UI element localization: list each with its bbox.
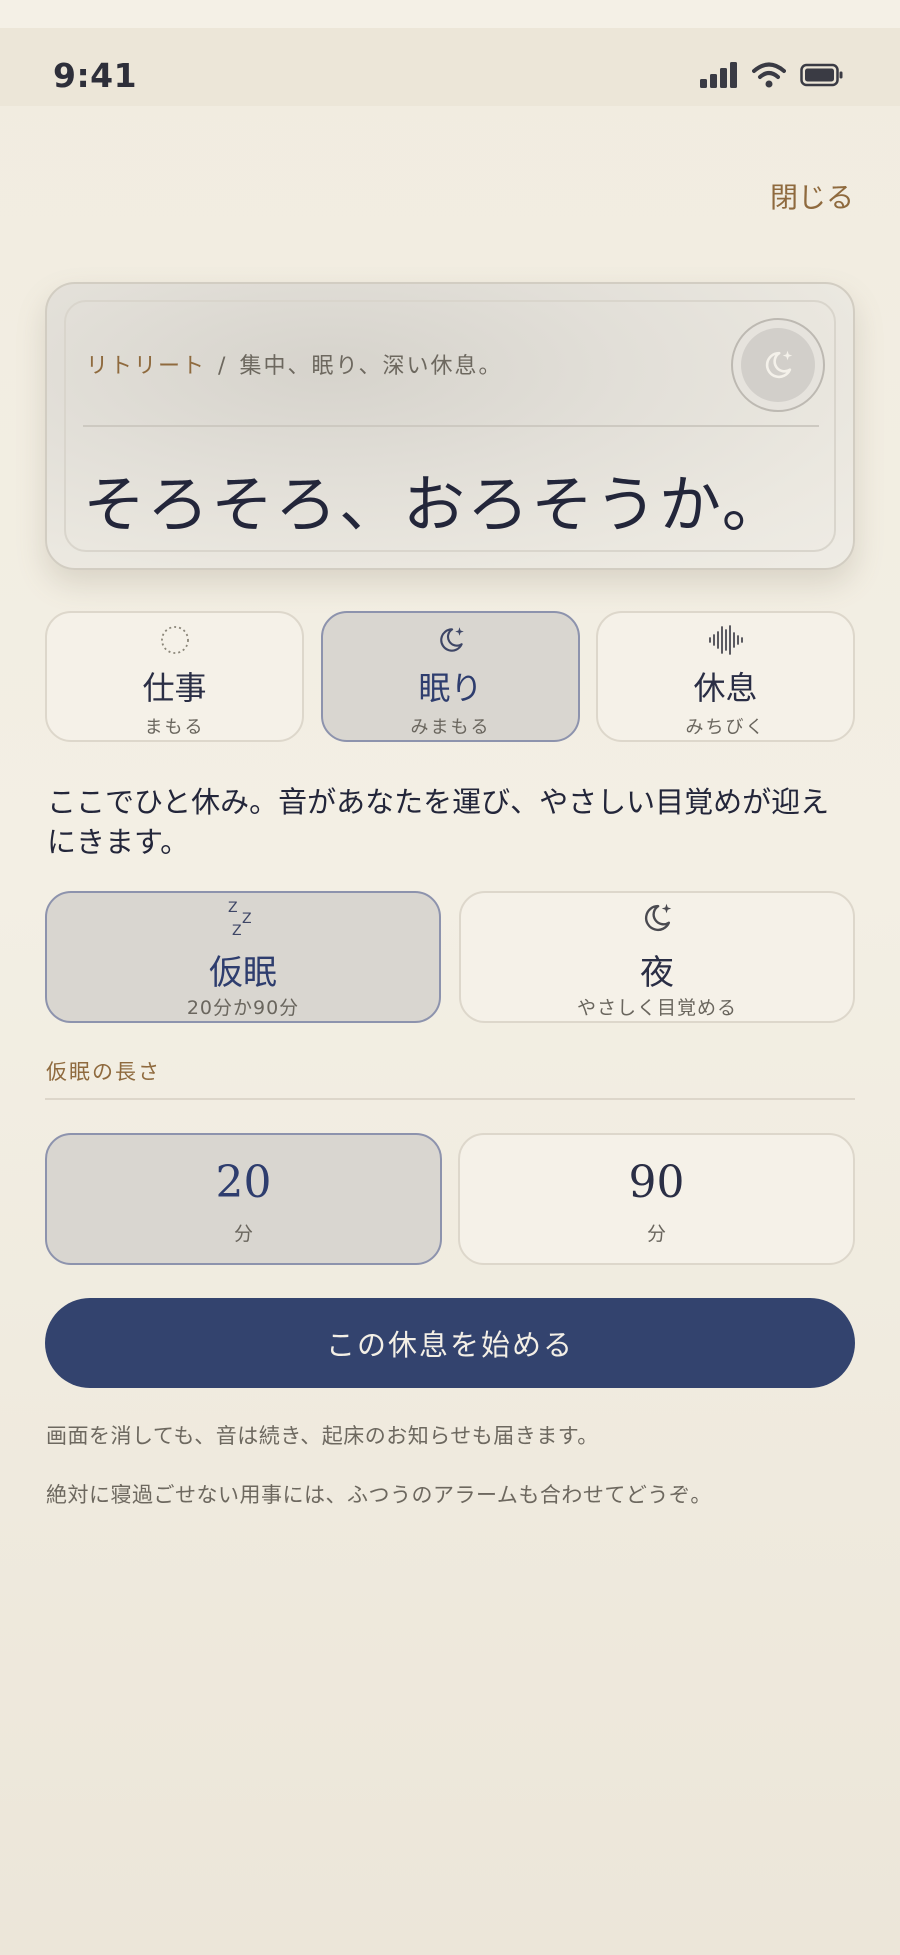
hero-mode-button[interactable] (731, 318, 825, 412)
zzz-icon: Z Z Z (228, 900, 252, 939)
sleep-type-night[interactable]: 夜 やさしく目覚める (459, 891, 855, 1023)
mode-card-sleep[interactable]: 眠り みまもる (321, 611, 580, 742)
svg-text:Z: Z (228, 900, 238, 916)
info-note: 画面を消しても、音は続き、起床のお知らせも届きます。 (46, 1424, 599, 1448)
mode-title: 休息 (693, 669, 758, 707)
mode-card-rest[interactable]: 休息 みちびく (596, 611, 855, 742)
hero-inner-frame: リトリート / 集中、眠り、深い休息。 そろそろ、おろそうか。 (64, 300, 836, 552)
wifi-icon (752, 62, 786, 88)
nap-length-divider (45, 1098, 855, 1100)
hero-divider (83, 425, 819, 427)
top-strip (0, 0, 900, 28)
breadcrumb-separator: / (218, 354, 228, 379)
start-rest-button[interactable]: この休息を始める (45, 1298, 855, 1388)
close-button[interactable]: 閉じる (770, 176, 854, 216)
dotted-circle-icon (160, 626, 189, 654)
hero-mode-button-core (741, 328, 815, 402)
info-note: 絶対に寝過ごせない用事には、ふつうのアラームも合わせてどうぞ。 (46, 1483, 712, 1507)
hero-title: そろそろ、おろそうか。 (83, 468, 786, 541)
duration-unit: 分 (646, 1223, 666, 1245)
mode-icon-wrap (598, 623, 853, 657)
mode-icon-wrap (47, 623, 302, 657)
mode-subtitle: まもる (144, 717, 205, 738)
type-title: 仮眠 (209, 953, 277, 993)
sound-wave-icon (708, 625, 743, 655)
mode-title: 仕事 (142, 669, 207, 707)
duration-value: 90 (628, 1157, 685, 1208)
mode-description: ここでひと休み。音があなたを運び、やさしい目覚めが迎えにきます。 (47, 785, 830, 859)
moon-sparkle-icon (765, 350, 793, 379)
mode-card-work[interactable]: 仕事 まもる (45, 611, 304, 742)
duration-option-20[interactable]: 20 分 (45, 1133, 442, 1265)
mode-subtitle: みまもる (410, 717, 491, 738)
nap-length-label: 仮眠の長さ (46, 1060, 161, 1084)
type-subtitle: やさしく目覚める (576, 997, 737, 1019)
type-title: 夜 (640, 953, 674, 993)
status-time: 9:41 (53, 56, 138, 95)
breadcrumb-root[interactable]: リトリート (86, 354, 206, 379)
mode-subtitle: みちびく (685, 717, 766, 738)
duration-value: 20 (215, 1157, 272, 1208)
mode-icon-wrap (323, 623, 578, 657)
sleep-type-nap[interactable]: Z Z Z 仮眠 20分か90分 (45, 891, 441, 1023)
moon-sparkle-icon (439, 627, 464, 652)
type-icon-wrap: Z Z Z (47, 899, 439, 939)
svg-text:Z: Z (232, 923, 242, 939)
mode-title: 眠り (418, 669, 483, 707)
status-bar: 9:41 (0, 28, 900, 106)
status-icons (700, 62, 844, 88)
battery-icon (800, 63, 843, 87)
svg-text:Z: Z (242, 911, 252, 927)
hero-card: リトリート / 集中、眠り、深い休息。 そろそろ、おろそうか。 (45, 282, 855, 570)
type-icon-wrap (461, 899, 853, 937)
moon-sparkle-icon (644, 903, 672, 932)
cellular-signal-icon (700, 62, 737, 88)
hero-breadcrumb: リトリート / 集中、眠り、深い休息。 (86, 348, 503, 380)
duration-option-90[interactable]: 90 分 (458, 1133, 855, 1265)
type-subtitle: 20分か90分 (186, 997, 300, 1019)
hero-subtitle: 集中、眠り、深い休息。 (239, 354, 503, 379)
duration-unit: 分 (233, 1223, 253, 1245)
